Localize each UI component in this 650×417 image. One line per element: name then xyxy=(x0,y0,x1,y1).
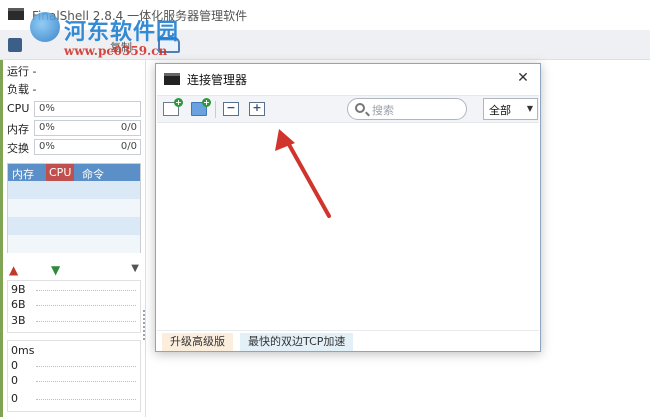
swap-stat: 交换 0% 0/0 xyxy=(7,139,142,155)
new-folder-button[interactable]: + xyxy=(191,98,211,116)
ping-axis-label: 0 xyxy=(11,392,18,405)
network-header: ▲ ▼ ▼ xyxy=(7,263,141,277)
column-command[interactable]: 命令 xyxy=(82,166,104,181)
filter-selected-value: 全部 xyxy=(489,104,511,117)
grid-line xyxy=(36,290,136,291)
stat-value: 0% xyxy=(39,122,55,133)
watermark-logo-icon xyxy=(30,12,60,42)
ping-axis-label: 0 xyxy=(11,359,18,372)
plus-icon: + xyxy=(202,98,211,107)
grid-line xyxy=(36,305,136,306)
grid-line xyxy=(36,366,136,367)
network-axis-label: 3B xyxy=(11,314,26,327)
new-session-button[interactable]: + xyxy=(163,98,183,116)
upgrade-link[interactable]: 升级高级版 xyxy=(162,333,233,351)
grid-line xyxy=(36,321,136,322)
stat-extra: 0/0 xyxy=(120,122,137,133)
column-memory[interactable]: 内存 xyxy=(12,166,34,181)
stat-label: 内存 xyxy=(7,123,29,136)
plus-icon: + xyxy=(174,98,183,107)
splitter-handle[interactable] xyxy=(143,310,146,340)
chevron-down-icon[interactable]: ▼ xyxy=(131,263,139,274)
stat-value: 0% xyxy=(39,141,55,152)
connection-manager-dialog: 连接管理器 ✕ + + − + 搜索 全部 ▼ 升级高级版 最快的双边TCP加速 xyxy=(155,63,541,352)
search-placeholder: 搜索 xyxy=(372,104,394,117)
expand-all-button[interactable]: + xyxy=(249,101,265,116)
ping-axis-label: 0ms xyxy=(11,344,35,357)
close-icon[interactable]: ✕ xyxy=(514,69,532,87)
terminal-icon xyxy=(164,73,180,85)
sidebar-edge xyxy=(0,60,3,417)
connect-icon[interactable] xyxy=(8,38,22,52)
column-cpu[interactable]: CPU xyxy=(46,164,75,181)
load-status: 负载 - xyxy=(7,83,37,96)
download-arrow-icon: ▼ xyxy=(51,263,61,277)
stat-value: 0% xyxy=(39,103,55,114)
ping-axis-label: 0 xyxy=(11,374,18,387)
toolbar-divider xyxy=(215,101,216,118)
dialog-toolbar: + + − + 搜索 全部 ▼ xyxy=(157,95,539,123)
cpu-stat: CPU 0% xyxy=(7,101,142,117)
process-table: 内存 CPU 命令 xyxy=(7,163,141,253)
network-axis-label: 9B xyxy=(11,283,26,296)
chevron-down-icon: ▼ xyxy=(526,104,533,113)
collapse-all-button[interactable]: − xyxy=(223,101,239,116)
dialog-footer: 升级高级版 最快的双边TCP加速 xyxy=(157,330,539,351)
watermark-brand: 河东软件园 xyxy=(64,20,180,45)
table-row xyxy=(8,235,140,253)
stat-bar: 0% 0/0 xyxy=(34,139,141,155)
tcp-acceleration-link[interactable]: 最快的双边TCP加速 xyxy=(240,333,354,351)
network-graph: 9B 6B 3B xyxy=(7,280,141,333)
stat-bar: 0% 0/0 xyxy=(34,120,141,136)
plus-icon: + xyxy=(252,101,262,114)
grid-line xyxy=(36,381,136,382)
table-row xyxy=(8,217,140,235)
watermark-url: www.pc0359.cn xyxy=(64,44,168,58)
upload-arrow-icon: ▲ xyxy=(9,263,19,277)
connection-list xyxy=(157,124,539,330)
dialog-title-bar: 连接管理器 ✕ xyxy=(156,64,540,94)
filter-select[interactable]: 全部 ▼ xyxy=(483,98,538,120)
grid-line xyxy=(36,399,136,400)
memory-stat: 内存 0% 0/0 xyxy=(7,120,142,136)
process-table-header: 内存 CPU 命令 xyxy=(8,164,140,181)
search-icon xyxy=(355,103,365,113)
stat-label: CPU xyxy=(7,102,30,115)
annotation-arrow-icon xyxy=(275,129,331,218)
stat-extra: 0/0 xyxy=(120,141,137,152)
ping-graph: 0ms 0 0 0 xyxy=(7,340,141,412)
stat-label: 交换 xyxy=(7,142,29,155)
run-status: 运行 - xyxy=(7,65,37,78)
terminal-app-icon xyxy=(8,8,24,20)
table-row xyxy=(8,199,140,217)
table-row xyxy=(8,181,140,199)
minus-icon: − xyxy=(226,101,236,114)
search-input[interactable]: 搜索 xyxy=(347,98,467,120)
dialog-title: 连接管理器 xyxy=(187,73,248,87)
server-status-sidebar: 运行 - 负载 - CPU 0% 内存 0% 0/0 交换 0% 0/0 内存 … xyxy=(0,60,146,417)
network-axis-label: 6B xyxy=(11,298,26,311)
stat-bar: 0% xyxy=(34,101,141,117)
